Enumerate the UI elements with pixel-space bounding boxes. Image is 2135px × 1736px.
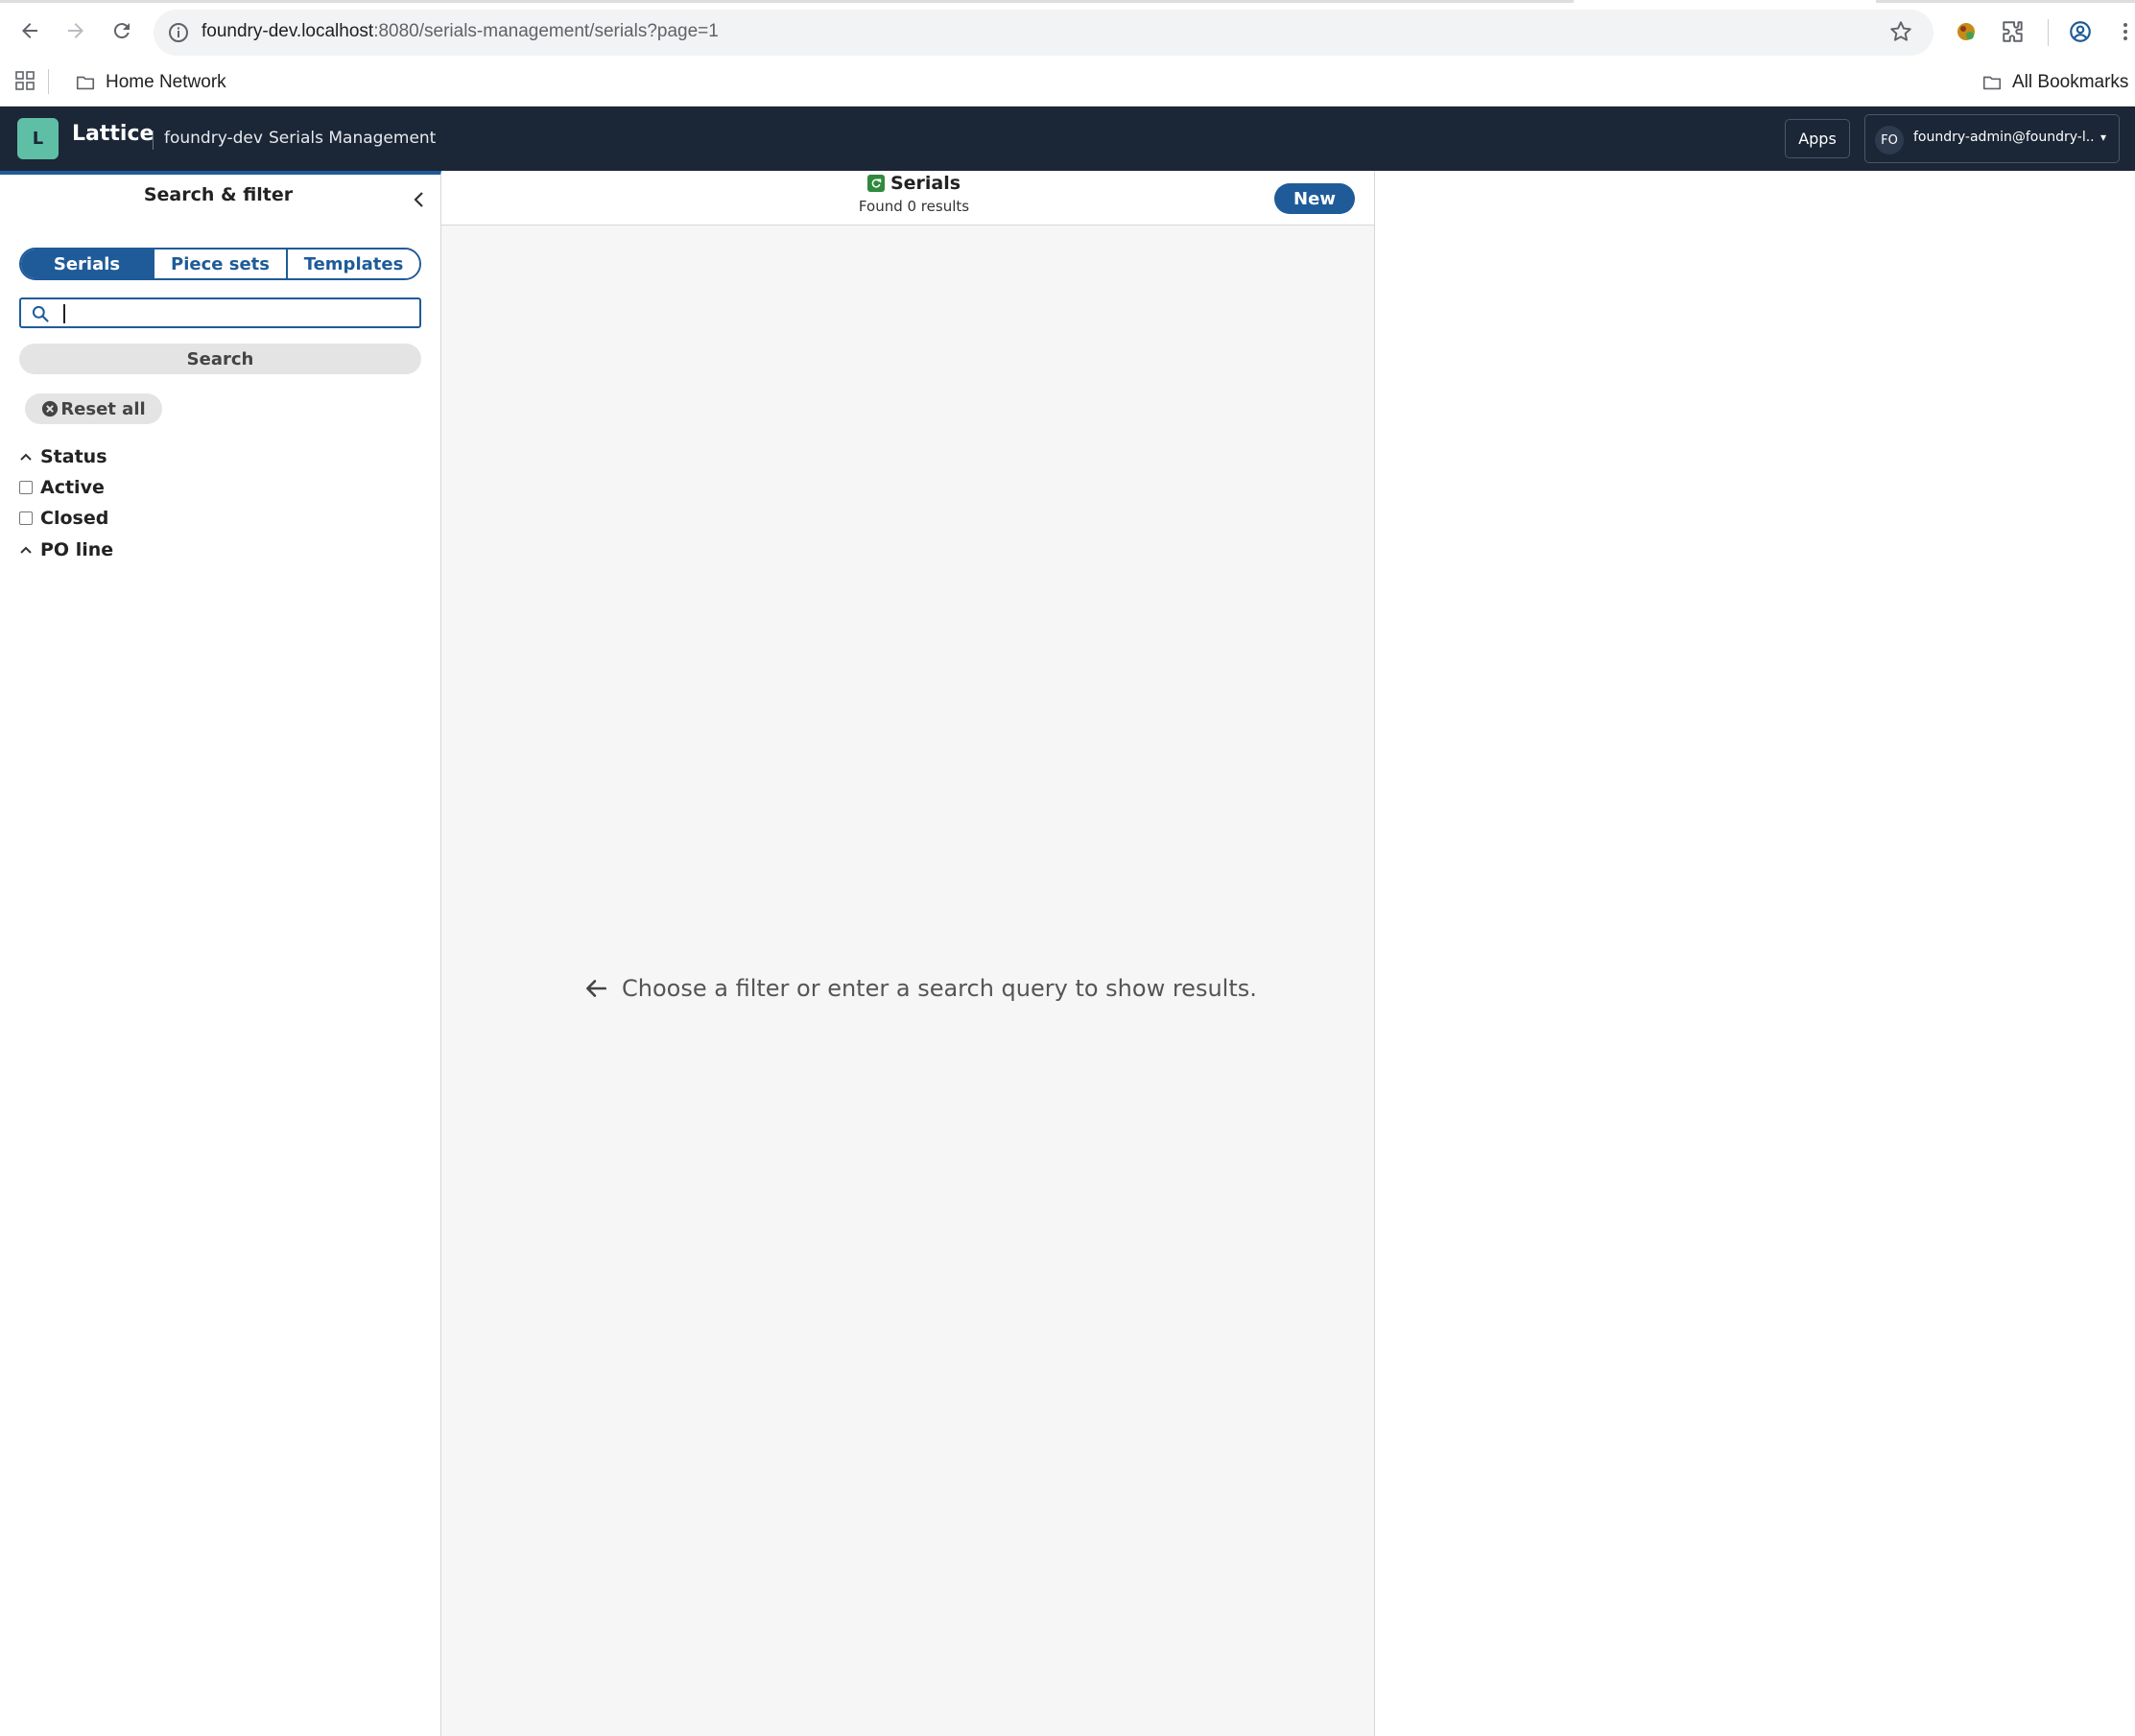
facet-option-closed[interactable]: Closed (19, 508, 108, 529)
kebab-menu-icon (2123, 23, 2127, 40)
segment-templates[interactable]: Templates (288, 250, 419, 278)
serials-app-icon (866, 175, 885, 192)
facet-status-label: Status (40, 446, 107, 467)
url-text: foundry-dev.localhost:8080/serials-manag… (202, 21, 719, 42)
brand-name[interactable]: Lattice (72, 122, 154, 146)
extensions-menu-button[interactable] (1999, 17, 2028, 46)
arrow-left-icon (586, 980, 607, 997)
record-type-segmented-control: Serials Piece sets Templates (19, 248, 421, 280)
facet-po-line-toggle[interactable]: PO line (19, 539, 113, 560)
site-info-icon[interactable] (167, 21, 190, 44)
back-button[interactable] (12, 13, 47, 48)
search-field[interactable] (19, 297, 421, 328)
reload-button[interactable] (105, 13, 139, 48)
folder-icon (1982, 76, 2002, 90)
app-header: L Lattice foundry-dev Serials Management… (0, 107, 2135, 171)
search-icon (32, 305, 49, 322)
address-bar[interactable]: foundry-dev.localhost:8080/serials-manag… (154, 10, 1933, 56)
empty-state-text: Choose a filter or enter a search query … (622, 975, 1257, 1002)
detail-pane (1375, 171, 2135, 1736)
search-input[interactable] (61, 302, 416, 323)
results-header: Serials Found 0 results New (441, 171, 1374, 226)
active-checkbox[interactable] (19, 481, 33, 494)
collapse-pane-chevron-icon[interactable] (408, 188, 431, 211)
search-button[interactable]: Search (19, 344, 421, 374)
extension-button[interactable] (1952, 17, 1981, 46)
facet-option-active[interactable]: Active (19, 477, 105, 498)
extension-color-icon (1957, 23, 1975, 40)
pane-title: Search & filter (143, 184, 294, 205)
clear-circle-icon (42, 400, 59, 417)
reset-all-label: Reset all (60, 398, 146, 419)
toolbar-divider (2048, 19, 2049, 46)
tenant-name: foundry-dev (164, 129, 263, 148)
profile-icon (2070, 21, 2091, 42)
user-menu-button[interactable]: FO foundry-admin@foundry-l... ▾ (1864, 114, 2120, 163)
chevron-up-icon (20, 546, 32, 554)
folder-icon (76, 76, 95, 90)
results-pane: Serials Found 0 results New Choose a fil… (441, 171, 1375, 1736)
browser-menu-button[interactable] (2116, 17, 2135, 46)
apps-grid-icon[interactable] (15, 71, 35, 90)
all-bookmarks[interactable]: All Bookmarks (1981, 67, 2128, 98)
facet-po-line-label: PO line (40, 539, 114, 560)
module-name[interactable]: Serials Management (269, 129, 436, 148)
user-name: foundry-admin@foundry-l... (1913, 130, 2096, 145)
bookmarks-bar: Home Network All Bookmarks (0, 63, 2135, 106)
avatar: FO (1875, 126, 1904, 155)
reset-all-button[interactable]: Reset all (25, 393, 162, 424)
tab-strip-edge-right (1876, 0, 2135, 3)
chevron-up-icon (20, 453, 32, 461)
segment-serials[interactable]: Serials (21, 250, 154, 278)
profile-button[interactable] (2066, 17, 2095, 46)
app-logo[interactable]: L (17, 118, 59, 159)
bookmark-home-network[interactable]: Home Network (75, 67, 226, 98)
bookmarks-divider (48, 69, 49, 94)
dropdown-caret-icon: ▾ (2100, 131, 2107, 144)
results-title-text: Serials (890, 173, 961, 194)
forward-button[interactable] (59, 13, 93, 48)
puzzle-icon (2003, 21, 2023, 42)
segment-piece-sets[interactable]: Piece sets (154, 250, 288, 278)
reload-icon (113, 23, 130, 39)
back-arrow-icon (22, 23, 37, 38)
forward-arrow-icon (68, 23, 83, 38)
results-count: Found 0 results (858, 198, 970, 215)
search-filter-pane: Search & filter Serials Piece sets Templ… (0, 171, 441, 1736)
tab-strip-edge (0, 0, 1574, 3)
results-title: Serials (441, 173, 1387, 194)
new-button[interactable]: New (1274, 183, 1355, 214)
text-cursor (63, 304, 65, 323)
tab-strip (0, 0, 2135, 4)
browser-toolbar: foundry-dev.localhost:8080/serials-manag… (0, 0, 2135, 107)
facet-option-label: Closed (40, 508, 109, 529)
closed-checkbox[interactable] (19, 511, 33, 525)
all-bookmarks-label: All Bookmarks (2012, 72, 2129, 92)
facet-option-label: Active (40, 477, 105, 498)
url-host: foundry-dev.localhost (202, 21, 374, 41)
url-path: :8080/serials-management/serials?page=1 (373, 21, 719, 41)
bookmark-star-icon[interactable] (1888, 19, 1913, 44)
apps-button[interactable]: Apps (1785, 119, 1850, 158)
empty-state-message: Choose a filter or enter a search query … (583, 975, 1257, 1002)
bookmark-label: Home Network (106, 72, 226, 92)
facet-status-toggle[interactable]: Status (19, 446, 107, 467)
brand-divider (153, 131, 154, 150)
